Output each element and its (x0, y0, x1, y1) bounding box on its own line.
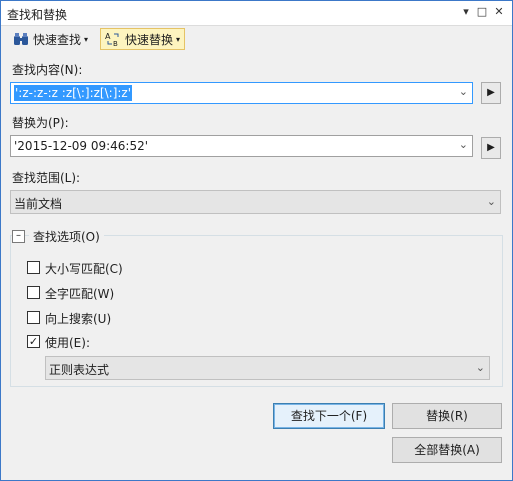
scope-select-value: 当前文档 (14, 197, 63, 211)
use-label[interactable]: 使用(E): (45, 334, 90, 351)
chevron-down-icon: ▾ (84, 34, 89, 44)
close-button[interactable]: ✕ (492, 5, 506, 19)
match-case-label[interactable]: 大小写匹配(C) (45, 260, 123, 277)
checkmark-icon: ✓ (28, 335, 39, 348)
window-title: 查找和替换 (7, 8, 68, 22)
quick-find-button[interactable]: 快速查找 ▾ (9, 28, 92, 50)
find-expression-builder-button[interactable]: ▶ (481, 82, 501, 104)
toolbar: 快速查找 ▾ A B 快速替换 ▾ (1, 26, 512, 52)
play-arrow-icon: ▶ (487, 87, 495, 98)
find-input[interactable]: ':z-:z-:z :z[\:]:z[\:]:z' ⌄ (10, 82, 473, 104)
replace-button[interactable]: 替换(R) (392, 403, 502, 429)
quick-replace-button[interactable]: A B 快速替换 ▾ (100, 28, 186, 50)
chevron-down-icon[interactable]: ⌄ (459, 85, 468, 98)
replace-label: 替换为(P): (12, 116, 69, 130)
use-mode-select[interactable]: 正则表达式 ⌄ (45, 356, 490, 380)
use-checkbox[interactable]: ✓ (27, 335, 40, 348)
replace-expression-builder-button[interactable]: ▶ (481, 137, 501, 159)
replace-input-text: '2015-12-09 09:46:52' (14, 139, 149, 153)
quick-find-label: 快速查找 (33, 32, 82, 47)
svg-text:B: B (113, 40, 118, 47)
find-input-text: ':z-:z-:z :z[\:]:z[\:]:z' (14, 85, 133, 101)
whole-word-checkbox[interactable] (27, 286, 40, 299)
maximize-button[interactable]: □ (475, 5, 489, 19)
find-label: 查找内容(N): (12, 63, 83, 77)
replace-all-button[interactable]: 全部替换(A) (392, 437, 502, 463)
replace-input[interactable]: '2015-12-09 09:46:52' ⌄ (10, 135, 473, 157)
find-replace-window: 查找和替换 ▾ □ ✕ 快速查找 ▾ A B 快速替换 ▾ 查找内容(N): '… (0, 0, 513, 481)
title-bar: 查找和替换 ▾ □ ✕ (1, 1, 512, 26)
whole-word-label[interactable]: 全字匹配(W) (45, 285, 114, 302)
window-menu-button[interactable]: ▾ (459, 5, 473, 19)
play-arrow-icon: ▶ (487, 142, 495, 153)
svg-text:A: A (105, 32, 111, 41)
search-up-checkbox[interactable] (27, 311, 40, 324)
chevron-down-icon: ⌄ (486, 195, 496, 208)
binoculars-icon (13, 31, 29, 47)
match-case-checkbox[interactable] (27, 261, 40, 274)
scope-select[interactable]: 当前文档 ⌄ (10, 190, 501, 214)
chevron-down-icon: ⌄ (475, 361, 485, 374)
scope-label: 查找范围(L): (12, 171, 81, 185)
use-mode-value: 正则表达式 (49, 363, 110, 377)
replace-icon: A B (105, 31, 121, 48)
chevron-down-icon: ▾ (176, 34, 181, 44)
quick-replace-label: 快速替换 (125, 32, 174, 47)
chevron-down-icon[interactable]: ⌄ (459, 138, 468, 151)
find-next-button[interactable]: 查找下一个(F) (273, 403, 385, 429)
find-options-title: 查找选项(O) (29, 228, 104, 245)
search-up-label[interactable]: 向上搜索(U) (45, 310, 111, 327)
collapse-toggle[interactable]: – (12, 230, 25, 243)
